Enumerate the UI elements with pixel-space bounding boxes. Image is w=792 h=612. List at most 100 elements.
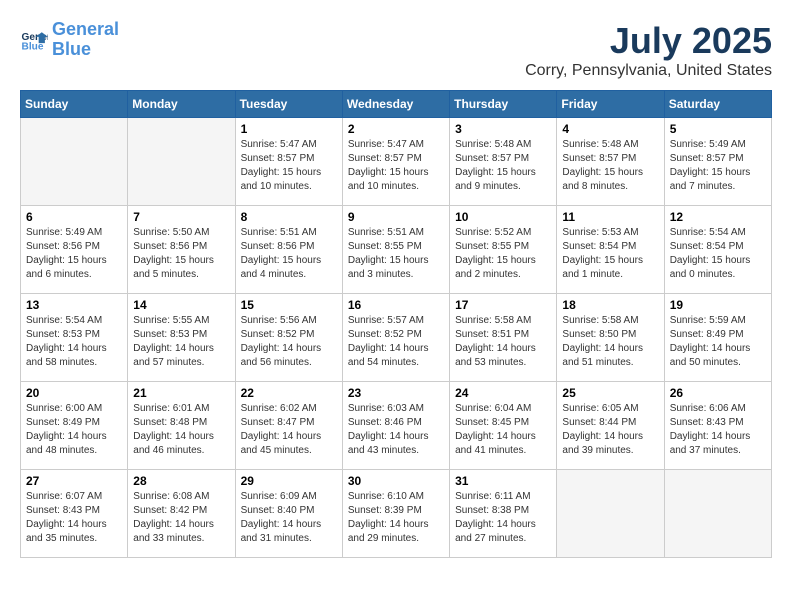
weekday-header-row: SundayMondayTuesdayWednesdayThursdayFrid… xyxy=(21,91,772,118)
weekday-header-sunday: Sunday xyxy=(21,91,128,118)
day-info: Sunrise: 5:47 AMSunset: 8:57 PMDaylight:… xyxy=(241,138,337,194)
day-number: 13 xyxy=(26,298,122,312)
day-number: 26 xyxy=(670,386,766,400)
calendar-cell: 18 Sunrise: 5:58 AMSunset: 8:50 PMDayligh… xyxy=(557,294,664,382)
subtitle: Corry, Pennsylvania, United States xyxy=(525,62,772,80)
day-number: 18 xyxy=(562,298,658,312)
calendar-cell: 6Sunrise: 5:49 AMSunset: 8:56 PMDaylight… xyxy=(21,206,128,294)
day-info: Sunrise: 6:02 AMSunset: 8:47 PMDaylight:… xyxy=(241,402,337,458)
calendar-cell: 10 Sunrise: 5:52 AMSunset: 8:55 PMDayligh… xyxy=(450,206,557,294)
calendar-cell: 9 Sunrise: 5:51 AMSunset: 8:55 PMDaylight… xyxy=(342,206,449,294)
day-number: 4 xyxy=(562,122,658,136)
day-info: Sunrise: 5:56 AMSunset: 8:52 PMDaylight:… xyxy=(241,314,337,370)
calendar-cell: 21 Sunrise: 6:01 AMSunset: 8:48 PMDayligh… xyxy=(128,382,235,470)
day-info: Sunrise: 5:48 AMSunset: 8:57 PMDaylight:… xyxy=(562,138,658,194)
day-number: 9 xyxy=(348,210,444,224)
weekday-header-monday: Monday xyxy=(128,91,235,118)
day-number: 22 xyxy=(241,386,337,400)
week-row-1: 1Sunrise: 5:47 AMSunset: 8:57 PMDaylight… xyxy=(21,118,772,206)
day-info: Sunrise: 5:58 AMSunset: 8:51 PMDaylight:… xyxy=(455,314,551,370)
calendar-cell: 20Sunrise: 6:00 AMSunset: 8:49 PMDayligh… xyxy=(21,382,128,470)
calendar-cell: 16 Sunrise: 5:57 AMSunset: 8:52 PMDayligh… xyxy=(342,294,449,382)
week-row-2: 6Sunrise: 5:49 AMSunset: 8:56 PMDaylight… xyxy=(21,206,772,294)
day-info: Sunrise: 5:49 AMSunset: 8:56 PMDaylight:… xyxy=(26,226,122,282)
main-title: July 2025 xyxy=(525,20,772,62)
calendar-cell: 14 Sunrise: 5:55 AMSunset: 8:53 PMDayligh… xyxy=(128,294,235,382)
day-number: 8 xyxy=(241,210,337,224)
day-number: 7 xyxy=(133,210,229,224)
weekday-header-friday: Friday xyxy=(557,91,664,118)
calendar-cell: 19Sunrise: 5:59 AMSunset: 8:49 PMDayligh… xyxy=(664,294,771,382)
day-info: Sunrise: 5:51 AMSunset: 8:55 PMDaylight:… xyxy=(348,226,444,282)
calendar-table: SundayMondayTuesdayWednesdayThursdayFrid… xyxy=(20,90,772,558)
day-info: Sunrise: 5:55 AMSunset: 8:53 PMDaylight:… xyxy=(133,314,229,370)
day-number: 25 xyxy=(562,386,658,400)
day-info: Sunrise: 6:04 AMSunset: 8:45 PMDaylight:… xyxy=(455,402,551,458)
calendar-cell: 4 Sunrise: 5:48 AMSunset: 8:57 PMDaylight… xyxy=(557,118,664,206)
day-info: Sunrise: 6:05 AMSunset: 8:44 PMDaylight:… xyxy=(562,402,658,458)
calendar-cell: 26Sunrise: 6:06 AMSunset: 8:43 PMDayligh… xyxy=(664,382,771,470)
logo-icon: General Blue xyxy=(20,26,48,54)
day-number: 3 xyxy=(455,122,551,136)
calendar-cell: 23 Sunrise: 6:03 AMSunset: 8:46 PMDayligh… xyxy=(342,382,449,470)
day-info: Sunrise: 5:49 AMSunset: 8:57 PMDaylight:… xyxy=(670,138,766,194)
day-info: Sunrise: 5:54 AMSunset: 8:54 PMDaylight:… xyxy=(670,226,766,282)
calendar-cell: 13 Sunrise: 5:54 AMSunset: 8:53 PMDayligh… xyxy=(21,294,128,382)
day-number: 16 xyxy=(348,298,444,312)
day-info: Sunrise: 6:09 AMSunset: 8:40 PMDaylight:… xyxy=(241,490,337,546)
week-row-3: 13 Sunrise: 5:54 AMSunset: 8:53 PMDayligh… xyxy=(21,294,772,382)
calendar-cell: 31 Sunrise: 6:11 AMSunset: 8:38 PMDayligh… xyxy=(450,470,557,558)
calendar-cell: 24 Sunrise: 6:04 AMSunset: 8:45 PMDayligh… xyxy=(450,382,557,470)
day-number: 21 xyxy=(133,386,229,400)
day-info: Sunrise: 5:52 AMSunset: 8:55 PMDaylight:… xyxy=(455,226,551,282)
day-info: Sunrise: 5:57 AMSunset: 8:52 PMDaylight:… xyxy=(348,314,444,370)
calendar-cell: 5Sunrise: 5:49 AMSunset: 8:57 PMDaylight… xyxy=(664,118,771,206)
calendar-cell: 1Sunrise: 5:47 AMSunset: 8:57 PMDaylight… xyxy=(235,118,342,206)
calendar-cell: 11 Sunrise: 5:53 AMSunset: 8:54 PMDayligh… xyxy=(557,206,664,294)
day-number: 31 xyxy=(455,474,551,488)
day-number: 20 xyxy=(26,386,122,400)
day-number: 29 xyxy=(241,474,337,488)
calendar-cell: 3 Sunrise: 5:48 AMSunset: 8:57 PMDaylight… xyxy=(450,118,557,206)
day-number: 14 xyxy=(133,298,229,312)
day-info: Sunrise: 5:59 AMSunset: 8:49 PMDaylight:… xyxy=(670,314,766,370)
calendar-cell: 28Sunrise: 6:08 AMSunset: 8:42 PMDayligh… xyxy=(128,470,235,558)
day-info: Sunrise: 6:01 AMSunset: 8:48 PMDaylight:… xyxy=(133,402,229,458)
day-info: Sunrise: 6:08 AMSunset: 8:42 PMDaylight:… xyxy=(133,490,229,546)
weekday-header-tuesday: Tuesday xyxy=(235,91,342,118)
calendar-cell: 17 Sunrise: 5:58 AMSunset: 8:51 PMDayligh… xyxy=(450,294,557,382)
page-header: General Blue GeneralBlue July 2025 Corry… xyxy=(20,20,772,80)
day-number: 30 xyxy=(348,474,444,488)
day-info: Sunrise: 5:58 AMSunset: 8:50 PMDaylight:… xyxy=(562,314,658,370)
calendar-cell xyxy=(664,470,771,558)
day-number: 10 xyxy=(455,210,551,224)
calendar-cell: 30 Sunrise: 6:10 AMSunset: 8:39 PMDayligh… xyxy=(342,470,449,558)
day-info: Sunrise: 5:50 AMSunset: 8:56 PMDaylight:… xyxy=(133,226,229,282)
day-number: 12 xyxy=(670,210,766,224)
calendar-cell: 29 Sunrise: 6:09 AMSunset: 8:40 PMDayligh… xyxy=(235,470,342,558)
weekday-header-wednesday: Wednesday xyxy=(342,91,449,118)
calendar-cell: 15Sunrise: 5:56 AMSunset: 8:52 PMDayligh… xyxy=(235,294,342,382)
calendar-cell xyxy=(128,118,235,206)
day-number: 24 xyxy=(455,386,551,400)
day-info: Sunrise: 6:07 AMSunset: 8:43 PMDaylight:… xyxy=(26,490,122,546)
day-info: Sunrise: 5:54 AMSunset: 8:53 PMDaylight:… xyxy=(26,314,122,370)
calendar-cell: 22 Sunrise: 6:02 AMSunset: 8:47 PMDayligh… xyxy=(235,382,342,470)
day-info: Sunrise: 6:03 AMSunset: 8:46 PMDaylight:… xyxy=(348,402,444,458)
calendar-cell: 7 Sunrise: 5:50 AMSunset: 8:56 PMDaylight… xyxy=(128,206,235,294)
calendar-cell: 2Sunrise: 5:47 AMSunset: 8:57 PMDaylight… xyxy=(342,118,449,206)
day-number: 11 xyxy=(562,210,658,224)
day-number: 17 xyxy=(455,298,551,312)
day-info: Sunrise: 6:10 AMSunset: 8:39 PMDaylight:… xyxy=(348,490,444,546)
calendar-cell: 25 Sunrise: 6:05 AMSunset: 8:44 PMDayligh… xyxy=(557,382,664,470)
day-info: Sunrise: 5:48 AMSunset: 8:57 PMDaylight:… xyxy=(455,138,551,194)
calendar-cell: 27Sunrise: 6:07 AMSunset: 8:43 PMDayligh… xyxy=(21,470,128,558)
week-row-4: 20Sunrise: 6:00 AMSunset: 8:49 PMDayligh… xyxy=(21,382,772,470)
title-block: July 2025 Corry, Pennsylvania, United St… xyxy=(525,20,772,80)
logo-text: GeneralBlue xyxy=(52,20,119,60)
day-info: Sunrise: 5:53 AMSunset: 8:54 PMDaylight:… xyxy=(562,226,658,282)
day-info: Sunrise: 6:11 AMSunset: 8:38 PMDaylight:… xyxy=(455,490,551,546)
day-number: 23 xyxy=(348,386,444,400)
calendar-cell xyxy=(21,118,128,206)
day-info: Sunrise: 5:51 AMSunset: 8:56 PMDaylight:… xyxy=(241,226,337,282)
